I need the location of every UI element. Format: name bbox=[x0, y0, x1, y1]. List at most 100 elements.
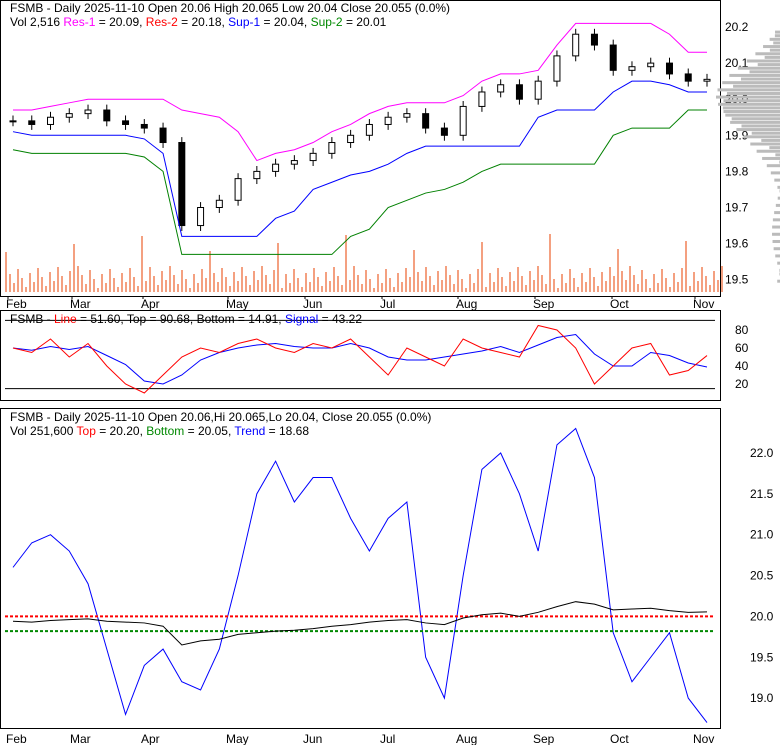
volume-bar bbox=[77, 266, 79, 292]
signal-label: Signal bbox=[284, 312, 319, 326]
resistance-line bbox=[13, 22, 707, 162]
volume-bar bbox=[197, 283, 199, 292]
volume-bar bbox=[641, 270, 643, 292]
volume-bar bbox=[605, 281, 607, 292]
volume-bar bbox=[397, 273, 399, 292]
volume-bar bbox=[225, 277, 227, 292]
volume-bar bbox=[381, 283, 383, 292]
volume-bar bbox=[661, 269, 663, 292]
candle-body bbox=[140, 123, 148, 129]
volume-bar bbox=[457, 270, 459, 292]
y-tick-label: 19.7 bbox=[725, 201, 749, 215]
signal-value: = 43.22 bbox=[318, 312, 363, 326]
volume-profile-bar bbox=[716, 95, 780, 99]
volume-bar bbox=[693, 272, 695, 292]
volume-bar bbox=[625, 280, 627, 292]
volume-bar bbox=[141, 236, 143, 292]
volume-bar bbox=[213, 273, 215, 292]
volume-bar bbox=[309, 282, 311, 292]
top-label: Top bbox=[76, 424, 96, 438]
volume-bar bbox=[597, 286, 599, 292]
volume-profile-bar bbox=[769, 37, 780, 41]
volume-bar bbox=[613, 276, 615, 292]
volume-bar bbox=[453, 284, 455, 292]
volume-bar bbox=[513, 281, 515, 292]
candle-body bbox=[422, 113, 430, 129]
volume-bar bbox=[25, 287, 27, 292]
candle-body bbox=[515, 84, 523, 100]
volume-bar bbox=[157, 285, 159, 292]
volume-bar bbox=[549, 234, 551, 292]
candle-body bbox=[403, 113, 411, 118]
volume-bar bbox=[345, 235, 347, 292]
trend-line bbox=[12, 427, 708, 723]
panel1-legend: Vol 2,516 Res-1 = 20.09, Res-2 = 20.18, … bbox=[10, 15, 386, 29]
volume-bar bbox=[241, 267, 243, 292]
month-label: Jul bbox=[380, 297, 395, 311]
volume-bar bbox=[209, 251, 211, 292]
volume-profile-bar bbox=[718, 102, 780, 106]
candle-body bbox=[9, 120, 17, 123]
volume-bar bbox=[493, 282, 495, 292]
volume-profile-bar bbox=[769, 48, 780, 52]
volume-profile-bar bbox=[733, 84, 780, 88]
month-label: Apr bbox=[141, 297, 160, 311]
panel1-title: FSMB - Daily 2025-11-10 Open 20.06 High … bbox=[10, 1, 451, 15]
volume-bar bbox=[697, 281, 699, 292]
panel3-legend: Vol 251,600 Top = 20.20, Bottom = 20.05,… bbox=[10, 424, 309, 438]
sup1-value: = 20.04, bbox=[260, 15, 311, 29]
candle-body bbox=[122, 120, 130, 125]
volume-bar bbox=[657, 283, 659, 292]
y-tick-label: 20.5 bbox=[750, 569, 774, 583]
volume-profile-bar bbox=[773, 41, 780, 45]
volume-profile-bar bbox=[775, 153, 780, 157]
volume-bar bbox=[417, 272, 419, 292]
volume-bar bbox=[5, 252, 7, 292]
y-tick-label: 60 bbox=[735, 341, 749, 355]
volume-bar bbox=[337, 276, 339, 292]
candle-body bbox=[572, 33, 580, 57]
volume-bar bbox=[589, 268, 591, 292]
y-tick-label: 20.0 bbox=[750, 609, 774, 623]
volume-bar bbox=[201, 269, 203, 292]
volume-bar bbox=[449, 275, 451, 292]
volume-bar bbox=[97, 288, 99, 292]
candle-body bbox=[384, 116, 392, 125]
volume-profile-bar bbox=[740, 77, 780, 81]
volume-bar bbox=[689, 286, 691, 292]
volume-bar bbox=[181, 270, 183, 292]
volume-bar bbox=[37, 268, 39, 292]
volume-profile-bar bbox=[756, 149, 780, 153]
candle-body bbox=[590, 33, 598, 46]
volume-profile-bar bbox=[757, 63, 780, 67]
volume-profile-bar bbox=[775, 254, 780, 258]
volume-bar bbox=[305, 273, 307, 292]
candle-body bbox=[103, 109, 111, 122]
volume-bar bbox=[85, 284, 87, 292]
volume-bar bbox=[569, 269, 571, 292]
candle-body bbox=[478, 91, 486, 107]
panel3-title: FSMB - Daily 2025-11-10 Open 20.06,Hi 20… bbox=[10, 410, 432, 424]
month-label: May bbox=[226, 732, 249, 745]
y-tick-label: 19.0 bbox=[750, 691, 774, 705]
month-label: Aug bbox=[456, 732, 477, 745]
candle-body bbox=[459, 105, 467, 136]
volume-bar bbox=[265, 275, 267, 292]
res2-label: Res-2 bbox=[145, 15, 178, 29]
volume-bar bbox=[485, 287, 487, 292]
volume-profile-bar bbox=[774, 211, 780, 215]
sup2-value: = 20.01 bbox=[342, 15, 387, 29]
volume-bar bbox=[473, 283, 475, 292]
volume-profile-bar bbox=[772, 218, 780, 222]
volume-bar bbox=[189, 288, 191, 292]
volume-bar bbox=[621, 271, 623, 292]
volume-bar bbox=[257, 280, 259, 292]
y-tick-label: 19.5 bbox=[725, 273, 749, 287]
sup2-label: Sup-2 bbox=[310, 15, 343, 29]
volume-profile-bar bbox=[774, 178, 780, 182]
volume-bar bbox=[557, 288, 559, 292]
volume-profile-bar bbox=[743, 135, 780, 139]
volume-bar bbox=[593, 277, 595, 292]
y-tick-label: 20 bbox=[735, 377, 749, 391]
volume-bar bbox=[353, 266, 355, 292]
